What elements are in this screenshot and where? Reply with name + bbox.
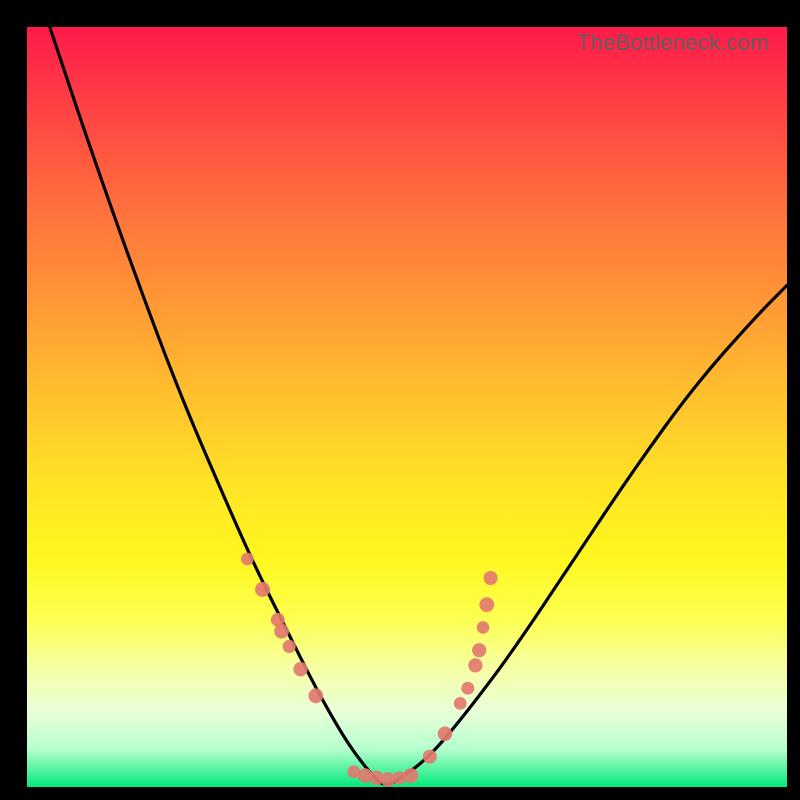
highlight-dot xyxy=(403,768,418,783)
bottleneck-curve xyxy=(50,27,787,784)
curve-line xyxy=(50,27,787,784)
highlight-dot xyxy=(438,727,453,742)
chart-frame: TheBottleneck.com xyxy=(0,0,800,800)
highlight-dot xyxy=(274,624,289,639)
highlight-dot xyxy=(477,621,490,634)
highlight-dot xyxy=(283,640,296,653)
highlight-dots xyxy=(241,553,498,787)
highlight-dot xyxy=(461,682,474,695)
attribution-text: TheBottleneck.com xyxy=(577,30,769,56)
highlight-dot xyxy=(293,662,307,676)
highlight-dot xyxy=(423,750,437,764)
highlight-dot xyxy=(308,688,323,703)
chart-svg xyxy=(27,27,787,787)
highlight-dot xyxy=(468,658,482,672)
highlight-dot xyxy=(484,571,498,585)
highlight-dot xyxy=(472,643,486,657)
highlight-dot xyxy=(479,597,494,612)
highlight-dot xyxy=(241,553,254,566)
highlight-dot xyxy=(255,582,270,597)
plot-area: TheBottleneck.com xyxy=(27,27,787,787)
highlight-dot xyxy=(454,697,467,710)
